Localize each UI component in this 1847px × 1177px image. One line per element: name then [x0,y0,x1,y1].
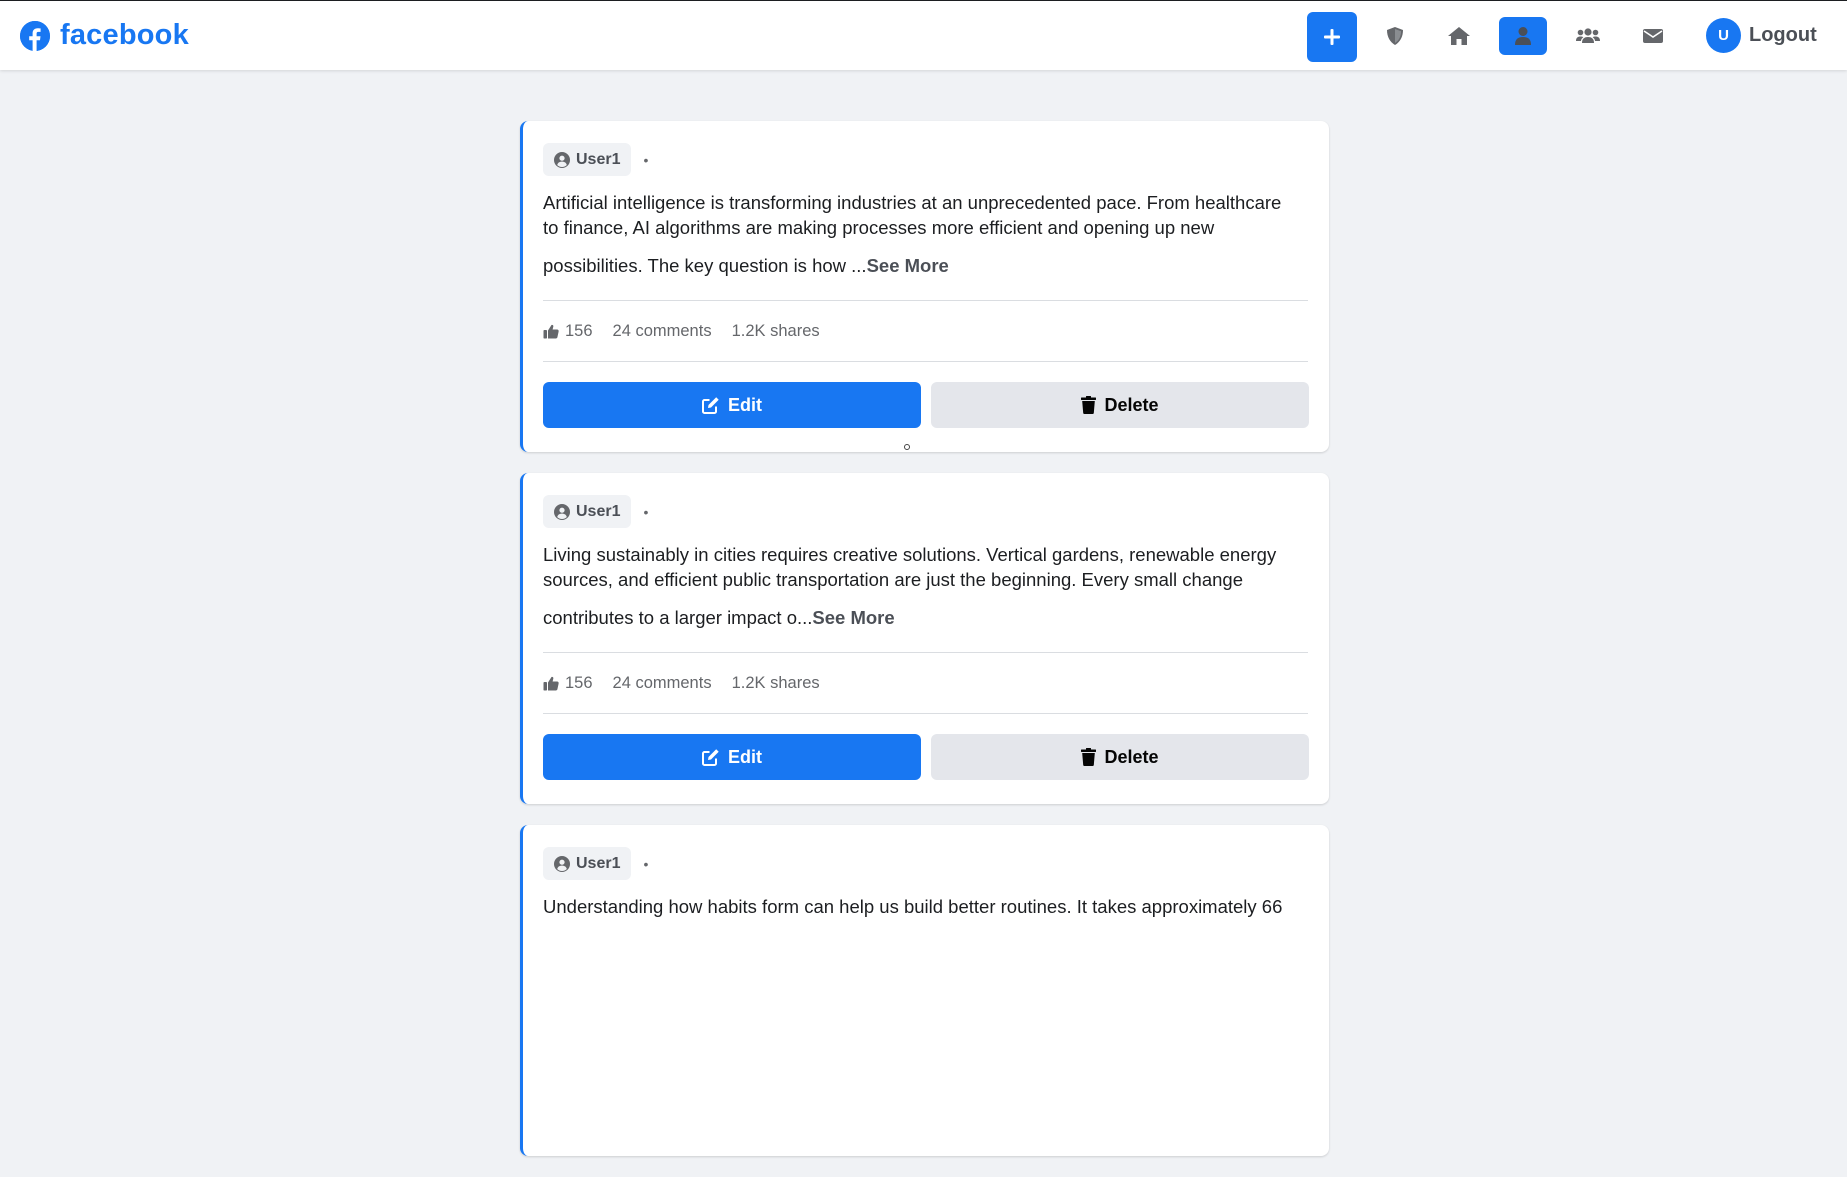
nav-actions: U Logout [0,1,1847,71]
post-actions: Edit Delete [543,382,1309,428]
shares-stat[interactable]: 1.2K shares [732,674,820,693]
shield-button[interactable] [1371,17,1419,55]
user-circle-icon [554,151,570,168]
author-chip[interactable]: User1 [543,847,632,880]
author-name: User1 [576,854,621,872]
post-card: User1 • Artificial intelligence is trans… [520,121,1329,452]
top-navbar: facebook U Logout [0,0,1847,70]
post-content: Living sustainably in cities requires cr… [543,542,1313,630]
post-text-line: Understanding how habits form can help u… [543,896,1283,917]
shares-stat[interactable]: 1.2K shares [732,322,820,341]
mouse-cursor [904,444,910,450]
profile-button[interactable] [1499,17,1547,55]
home-icon [1448,27,1470,45]
post-text-line: Living sustainably in cities requires cr… [543,544,1277,565]
users-icon [1576,28,1600,43]
edit-label: Edit [728,394,762,415]
edit-icon [702,397,719,414]
post-header: User1 • [543,847,1309,880]
author-chip[interactable]: User1 [543,495,632,528]
separator-dot: • [643,503,649,520]
messages-button[interactable] [1629,17,1677,55]
user-circle-icon [554,855,570,872]
plus-icon [1324,29,1340,45]
delete-label: Delete [1104,394,1159,415]
comments-stat[interactable]: 24 comments [613,674,712,693]
logout-button[interactable]: U Logout [1706,18,1817,53]
envelope-icon [1643,29,1663,43]
post-text-line: to finance, AI algorithms are making pro… [543,217,1215,238]
divider [543,713,1308,714]
see-more-link[interactable]: See More [867,255,949,276]
logout-label: Logout [1749,24,1817,46]
shield-icon [1387,27,1403,45]
likes-count: 156 [565,321,593,340]
post-stats: 156 24 comments 1.2K shares [543,653,1309,713]
post-text-line: possibilities. The key question is how .… [543,255,867,276]
comments-stat[interactable]: 24 comments [613,322,712,341]
friends-button[interactable] [1564,17,1612,55]
trash-icon [1081,396,1097,414]
post-actions: Edit Delete [543,734,1309,780]
edit-label: Edit [728,746,762,767]
avatar: U [1706,18,1741,53]
post-text-line: Artificial intelligence is transforming … [543,192,1282,213]
user-circle-icon [554,503,570,520]
thumbs-up-icon [543,324,559,338]
separator-dot: • [643,855,649,872]
home-button[interactable] [1435,17,1483,55]
likes-count: 156 [565,673,593,692]
post-content: Artificial intelligence is transforming … [543,190,1313,278]
post-header: User1 • [543,143,1309,176]
separator-dot: • [643,151,649,168]
delete-button[interactable]: Delete [931,382,1309,428]
edit-icon [702,749,719,766]
divider [543,361,1308,362]
delete-button[interactable]: Delete [931,734,1309,780]
delete-label: Delete [1104,746,1159,767]
post-card: User1 • Living sustainably in cities req… [520,473,1329,804]
author-name: User1 [576,502,621,520]
post-content: Understanding how habits form can help u… [543,894,1313,919]
likes-stat[interactable]: 156 [543,322,593,341]
edit-button[interactable]: Edit [543,734,921,780]
author-name: User1 [576,150,621,168]
user-icon [1515,27,1531,45]
post-text-line: contributes to a larger impact o... [543,607,813,628]
post-text-line: sources, and efficient public transporta… [543,569,1243,590]
trash-icon [1081,748,1097,766]
post-header: User1 • [543,495,1309,528]
post-stats: 156 24 comments 1.2K shares [543,301,1309,361]
post-feed: User1 • Artificial intelligence is trans… [520,121,1329,1177]
likes-stat[interactable]: 156 [543,674,593,693]
edit-button[interactable]: Edit [543,382,921,428]
create-post-button[interactable] [1307,12,1357,62]
post-card: User1 • Understanding how habits form ca… [520,825,1329,1156]
thumbs-up-icon [543,676,559,690]
see-more-link[interactable]: See More [812,607,894,628]
author-chip[interactable]: User1 [543,143,632,176]
